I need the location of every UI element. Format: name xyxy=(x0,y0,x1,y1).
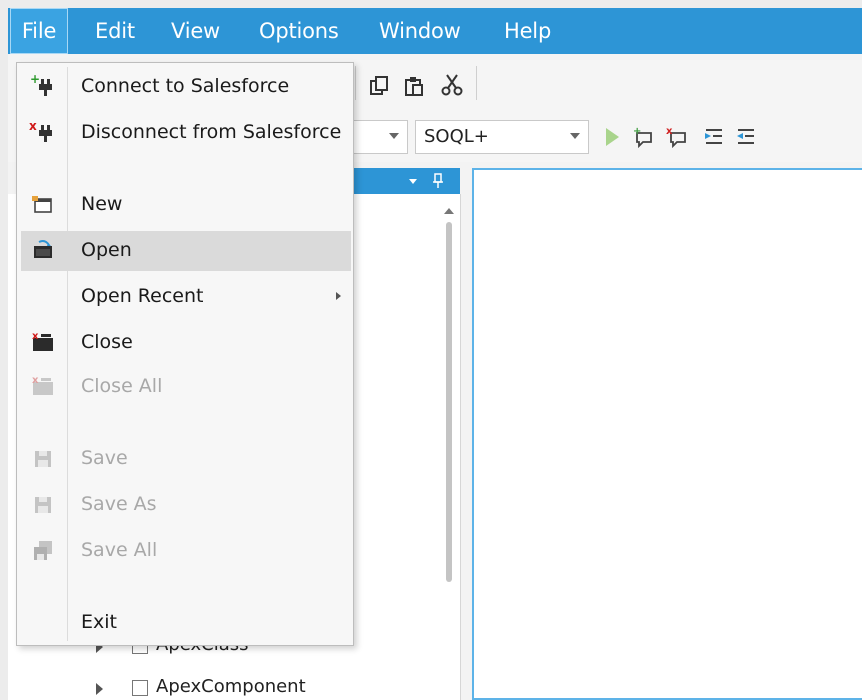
menu-item-label: New xyxy=(81,193,123,215)
pin-icon[interactable] xyxy=(432,173,444,189)
save-as-disk-icon xyxy=(35,497,51,513)
menu-item-label: Save As xyxy=(81,493,157,515)
menu-item-label: Exit xyxy=(81,611,117,633)
chevron-down-icon xyxy=(389,133,399,139)
menu-item-label: Close xyxy=(81,331,133,353)
menu-item-label: Close All xyxy=(81,375,163,397)
remove-comment-icon[interactable]: x xyxy=(666,125,690,149)
menu-item-disconnect[interactable]: x Disconnect from Salesforce xyxy=(21,113,351,153)
menu-item-save-all[interactable]: Save All xyxy=(21,531,351,571)
toolbar-separator xyxy=(476,66,477,100)
toolbar-separator xyxy=(355,66,356,100)
menu-item-label: Save All xyxy=(81,539,158,561)
menu-item-close-all[interactable]: x Close All xyxy=(21,367,351,407)
tree-item-checkbox[interactable] xyxy=(132,680,148,696)
open-folder-icon xyxy=(34,240,52,258)
tree-item-label: ApexComponent xyxy=(156,676,306,697)
chevron-down-icon xyxy=(570,133,580,139)
menu-edit[interactable]: Edit xyxy=(95,8,135,54)
cut-icon[interactable] xyxy=(440,73,464,97)
menu-help[interactable]: Help xyxy=(504,8,551,54)
expand-arrow-icon[interactable] xyxy=(96,683,103,695)
save-all-disks-icon xyxy=(34,541,52,560)
outdent-icon[interactable] xyxy=(734,125,758,149)
query-type-combo[interactable]: SOQL+ xyxy=(415,120,589,154)
indent-icon[interactable] xyxy=(702,125,726,149)
scroll-thumb[interactable] xyxy=(446,222,452,582)
svg-text:x: x xyxy=(666,126,673,137)
svg-text:+: + xyxy=(30,73,40,86)
copy-icon[interactable] xyxy=(368,74,392,98)
scroll-up-icon[interactable] xyxy=(444,208,454,214)
menu-item-save[interactable]: Save xyxy=(21,439,351,479)
menu-item-label: Save xyxy=(81,447,128,469)
menu-item-label: Disconnect from Salesforce xyxy=(81,121,342,143)
menu-item-label: Open Recent xyxy=(81,285,204,307)
svg-text:x: x xyxy=(32,331,39,342)
menu-view[interactable]: View xyxy=(171,8,220,54)
panel-dropdown-icon[interactable] xyxy=(408,176,418,186)
close-window-icon: x xyxy=(32,331,53,351)
add-comment-icon[interactable]: + xyxy=(632,125,656,149)
submenu-arrow-icon xyxy=(336,292,341,300)
menu-item-label: Connect to Salesforce xyxy=(81,75,290,97)
disconnect-plug-icon: x xyxy=(29,119,52,142)
svg-text:+: + xyxy=(633,126,641,137)
svg-text:x: x xyxy=(32,375,39,386)
panel-header xyxy=(348,168,460,194)
menu-item-label: Open xyxy=(81,239,132,261)
run-icon[interactable] xyxy=(600,125,624,149)
menu-item-close[interactable]: x Close xyxy=(21,323,351,363)
svg-text:x: x xyxy=(29,119,37,133)
query-type-value: SOQL+ xyxy=(424,126,489,147)
menu-bar: File Edit View Options Window Help xyxy=(8,8,862,54)
menu-file[interactable]: File xyxy=(10,8,68,54)
app-window: File Edit View Options Window Help m xyxy=(8,8,862,700)
connect-plug-icon: + xyxy=(30,73,52,96)
menu-item-exit[interactable]: Exit xyxy=(21,603,351,643)
tree-scrollbar[interactable] xyxy=(444,208,454,588)
save-disk-icon xyxy=(35,451,51,467)
menu-item-new[interactable]: New xyxy=(21,185,351,225)
menu-item-open[interactable]: Open xyxy=(21,231,351,271)
new-window-icon xyxy=(32,196,52,213)
menu-item-open-recent[interactable]: Open Recent xyxy=(21,277,351,317)
menu-window[interactable]: Window xyxy=(379,8,461,54)
paste-icon[interactable] xyxy=(402,74,426,98)
file-menu-dropdown: + Connect to Salesforce x Disconnect fro… xyxy=(16,62,354,646)
menu-item-save-as[interactable]: Save As xyxy=(21,485,351,525)
close-all-icon: x xyxy=(32,375,53,395)
menu-options[interactable]: Options xyxy=(259,8,339,54)
menu-item-connect[interactable]: + Connect to Salesforce xyxy=(21,67,351,107)
query-editor[interactable] xyxy=(472,168,862,700)
